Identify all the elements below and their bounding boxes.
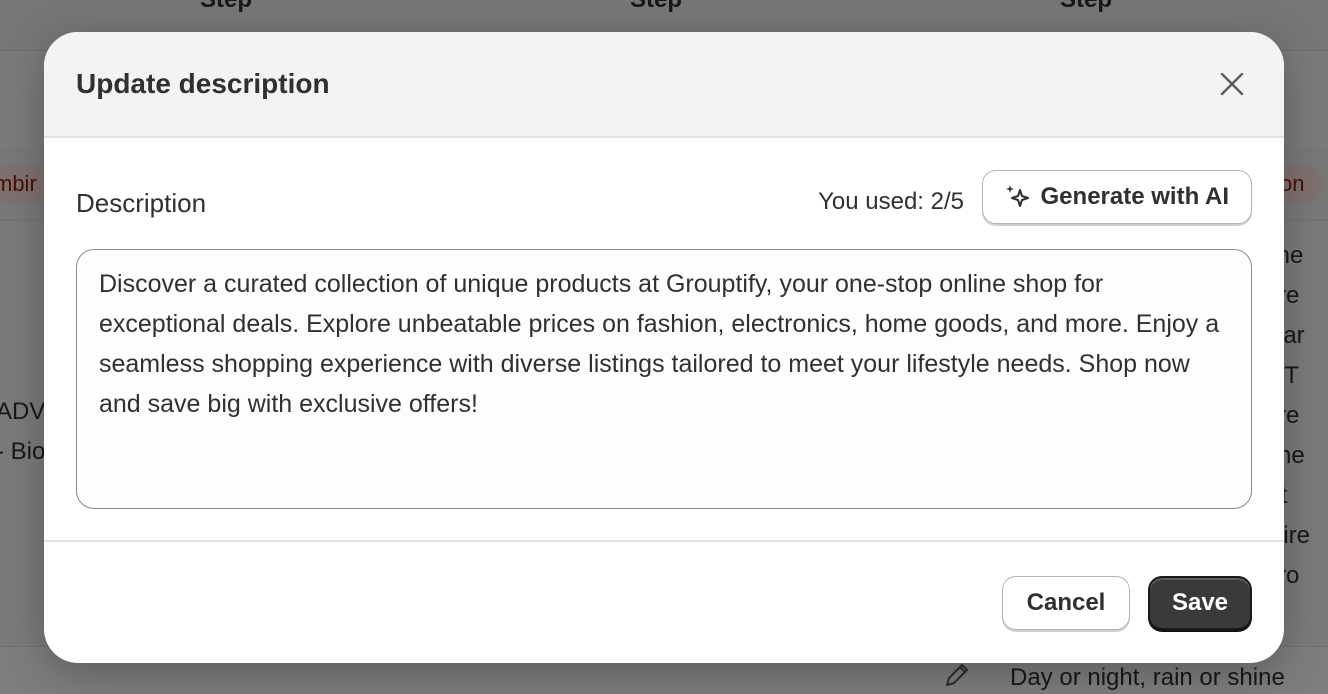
dialog-footer: Cancel Save: [44, 540, 1284, 663]
cancel-button[interactable]: Cancel: [1002, 576, 1130, 630]
dialog-title: Update description: [76, 68, 330, 99]
close-icon: [1219, 71, 1245, 97]
generate-with-ai-label: Generate with AI: [1040, 183, 1229, 210]
close-button[interactable]: [1212, 64, 1252, 104]
ai-usage-counter: You used: 2/5: [818, 188, 964, 215]
dialog-body: Description You used: 2/5 Generate with …: [44, 138, 1284, 540]
update-description-dialog: Update description Description You used:…: [44, 32, 1284, 663]
sparkle-icon: [1003, 182, 1033, 212]
description-textarea[interactable]: [76, 249, 1252, 509]
dialog-header: Update description: [44, 32, 1284, 138]
save-button[interactable]: Save: [1148, 576, 1252, 630]
description-label: Description: [76, 188, 207, 218]
generate-with-ai-button[interactable]: Generate with AI: [981, 170, 1252, 224]
